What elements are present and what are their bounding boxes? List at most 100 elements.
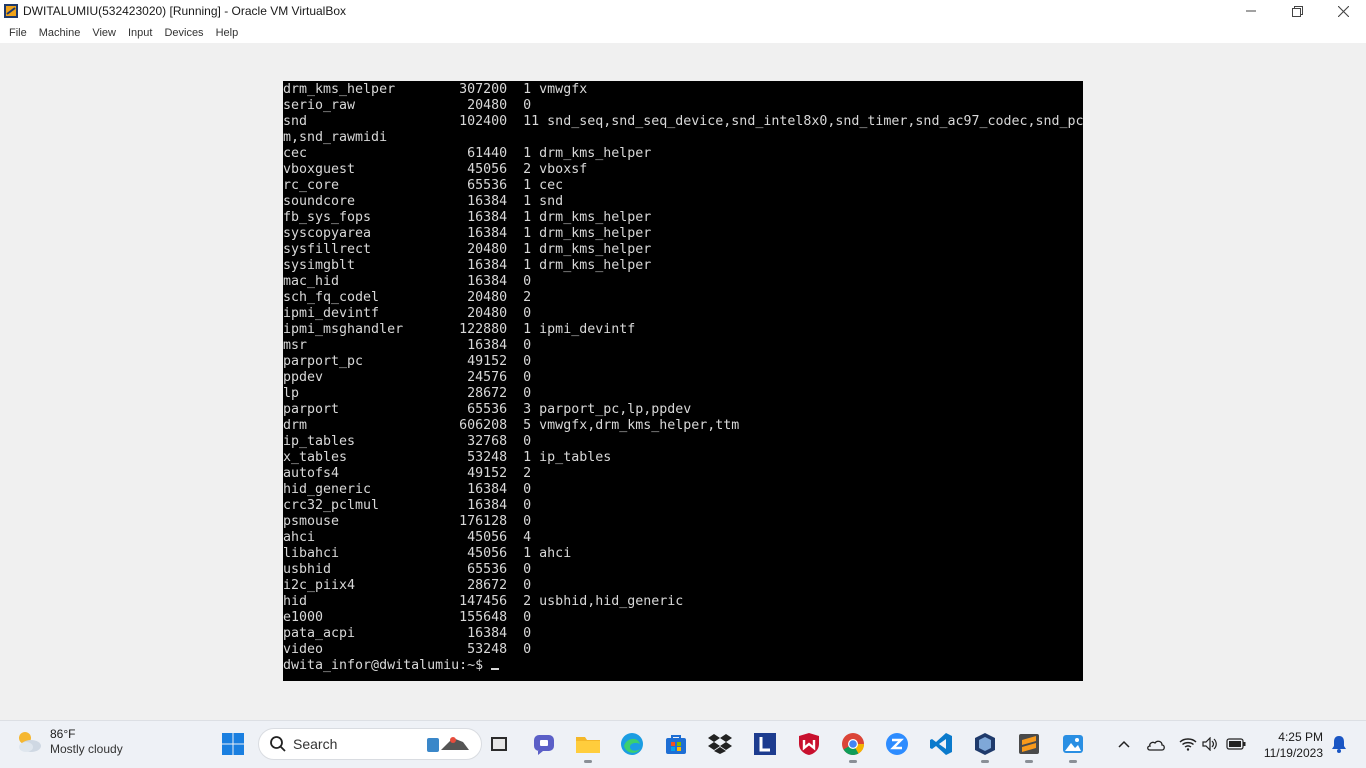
terminal-line: vboxguest 45056 2 vboxsf <box>283 162 588 177</box>
onedrive-button[interactable] <box>1141 729 1171 759</box>
menu-input[interactable]: Input <box>123 27 157 39</box>
battery-button[interactable] <box>1221 729 1251 759</box>
cloudy-weather-icon <box>19 732 41 752</box>
menu-file[interactable]: File <box>4 27 32 39</box>
terminal-line: drm 606208 5 vmwgfx,drm_kms_helper,ttm <box>283 418 740 433</box>
photos-button[interactable] <box>1058 729 1088 763</box>
taskbar-search-box[interactable]: Search <box>258 728 482 760</box>
minimize-button[interactable] <box>1228 0 1274 22</box>
mcafee-icon <box>799 733 819 755</box>
dropbox-button[interactable] <box>705 729 735 759</box>
vm-terminal-screen[interactable]: drm_kms_helper 307200 1 vmwgfx serio_raw … <box>283 81 1083 681</box>
teams-chat-icon <box>534 735 554 755</box>
terminal-output: drm_kms_helper 307200 1 vmwgfx serio_raw … <box>283 82 1083 674</box>
l-app-icon <box>754 733 776 755</box>
weather-widget[interactable]: 86°F Mostly cloudy <box>14 727 123 757</box>
file-explorer-button[interactable] <box>573 729 603 763</box>
weather-temperature: 86°F <box>50 727 76 741</box>
terminal-line: ipmi_devintf 20480 0 <box>283 306 532 321</box>
shell-prompt: dwita_infor@dwitalumiu:~$ <box>283 658 492 673</box>
edge-icon <box>621 733 643 755</box>
clock-date: 11/19/2023 <box>1263 746 1323 760</box>
sublime-icon <box>1019 734 1039 754</box>
terminal-line: snd 102400 11 snd_seq,snd_seq_device,snd… <box>283 114 1083 129</box>
terminal-line: pata_acpi 16384 0 <box>283 626 532 641</box>
restore-icon <box>1291 5 1303 17</box>
terminal-line: parport 65536 3 parport_pc,lp,ppdev <box>283 402 692 417</box>
menu-machine[interactable]: Machine <box>34 27 86 39</box>
terminal-line: mac_hid 16384 0 <box>283 274 532 289</box>
terminal-line: sysimgblt 16384 1 drm_kms_helper <box>283 258 652 273</box>
close-button[interactable] <box>1320 0 1366 22</box>
terminal-line: e1000 155648 0 <box>283 610 532 625</box>
sublime-button[interactable] <box>1014 729 1044 763</box>
window-title: DWITALUMIU(532423020) [Running] - Oracle… <box>23 4 347 18</box>
search-placeholder: Search <box>293 736 338 752</box>
onedrive-icon <box>1147 740 1165 751</box>
terminal-line: fb_sys_fops 16384 1 drm_kms_helper <box>283 210 652 225</box>
volume-icon <box>1202 737 1217 751</box>
terminal-line: soundcore 16384 1 snd <box>283 194 564 209</box>
taskbar: 86°F Mostly cloudy Search 4:25 PM 11/19/… <box>0 720 1366 768</box>
terminal-line: usbhid 65536 0 <box>283 562 532 577</box>
virtualbox-button[interactable] <box>970 729 1000 763</box>
terminal-line: rc_core 65536 1 cec <box>283 178 564 193</box>
running-indicator <box>584 760 592 763</box>
photos-icon <box>1063 735 1083 753</box>
menu-view[interactable]: View <box>87 27 121 39</box>
terminal-line: psmouse 176128 0 <box>283 514 532 529</box>
menu-devices[interactable]: Devices <box>159 27 208 39</box>
notification-bell-icon <box>1332 736 1346 753</box>
terminal-line: ip_tables 32768 0 <box>283 434 532 449</box>
window-titlebar: DWITALUMIU(532423020) [Running] - Oracle… <box>0 0 1366 22</box>
terminal-line: ppdev 24576 0 <box>283 370 532 385</box>
search-icon <box>270 736 286 752</box>
chrome-button[interactable] <box>838 729 868 763</box>
file-explorer-icon <box>576 737 600 753</box>
task-view-icon <box>491 737 507 751</box>
text-cursor <box>491 668 500 670</box>
start-button[interactable] <box>218 729 248 759</box>
dropbox-icon <box>708 734 732 754</box>
terminal-line: video 53248 0 <box>283 642 532 657</box>
virtualbox-icon <box>975 733 995 755</box>
show-hidden-icons-button[interactable] <box>1109 729 1139 759</box>
search-highlight-icon <box>427 737 469 752</box>
weather-description: Mostly cloudy <box>50 742 123 756</box>
mcafee-button[interactable] <box>794 729 824 759</box>
terminal-line: hid_generic 16384 0 <box>283 482 532 497</box>
terminal-line: sysfillrect 20480 1 drm_kms_helper <box>283 242 652 257</box>
l-app-button[interactable] <box>750 729 780 759</box>
taskbar-clock[interactable]: 4:25 PM 11/19/2023 <box>1264 729 1323 761</box>
terminal-line: x_tables 53248 1 ip_tables <box>283 450 612 465</box>
terminal-line: crc32_pclmul 16384 0 <box>283 498 532 513</box>
teams-chat-button[interactable] <box>529 729 559 759</box>
virtualbox-app-icon <box>4 4 18 18</box>
terminal-line: ahci 45056 4 <box>283 530 532 545</box>
terminal-line: parport_pc 49152 0 <box>283 354 532 369</box>
vscode-button[interactable] <box>926 729 956 759</box>
terminal-line: autofs4 49152 2 <box>283 466 532 481</box>
terminal-line: m,snd_rawmidi <box>283 130 388 145</box>
window-controls <box>1228 0 1366 22</box>
terminal-line: i2c_piix4 28672 0 <box>283 578 532 593</box>
restore-button[interactable] <box>1274 0 1320 22</box>
running-indicator <box>1069 760 1077 763</box>
terminal-line: cec 61440 1 drm_kms_helper <box>283 146 652 161</box>
notification-button[interactable] <box>1324 729 1354 759</box>
close-icon <box>1337 5 1349 17</box>
task-view-button[interactable] <box>484 729 514 759</box>
terminal-line: ipmi_msghandler 122880 1 ipmi_devintf <box>283 322 636 337</box>
running-indicator <box>981 760 989 763</box>
edge-button[interactable] <box>617 729 647 759</box>
chevron-up-icon <box>1118 740 1130 748</box>
terminal-line: hid 147456 2 usbhid,hid_generic <box>283 594 684 609</box>
microsoft-store-button[interactable] <box>661 729 691 759</box>
terminal-prompt-line: dwita_infor@dwitalumiu:~$ <box>283 658 1083 674</box>
terminal-line: serio_raw 20480 0 <box>283 98 532 113</box>
battery-icon <box>1226 738 1246 750</box>
clock-time: 4:25 PM <box>1278 730 1323 744</box>
terminal-line: libahci 45056 1 ahci <box>283 546 572 561</box>
zoom-button[interactable] <box>882 729 912 759</box>
menu-help[interactable]: Help <box>211 27 244 39</box>
